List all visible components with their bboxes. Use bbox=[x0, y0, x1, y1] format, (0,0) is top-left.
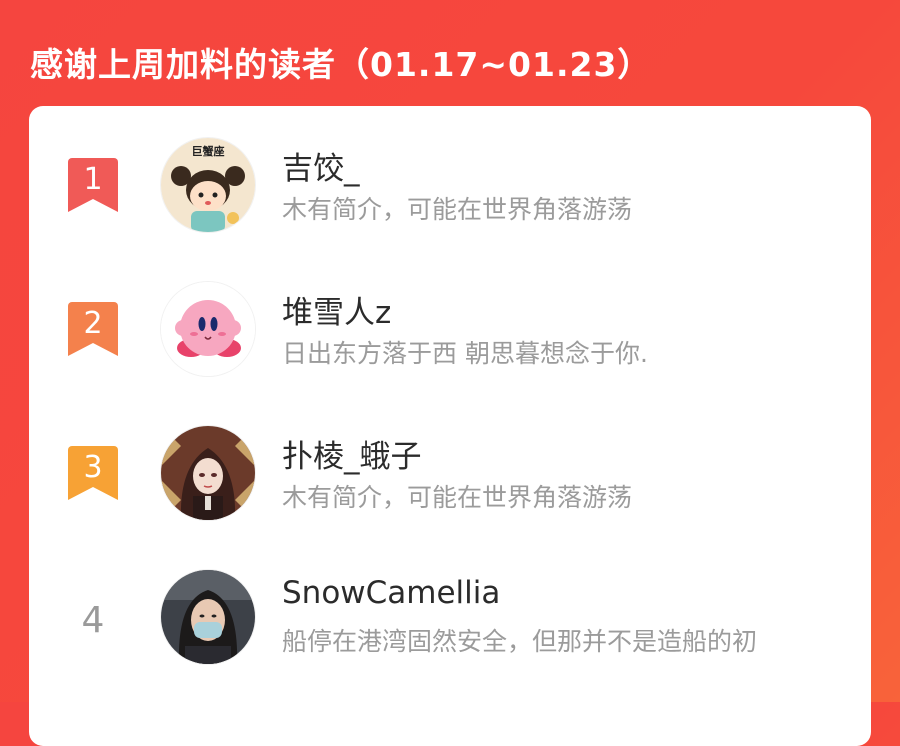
avatar-cartoon-girl-image: 巨蟹座 bbox=[161, 138, 255, 232]
avatar-photo-image bbox=[161, 570, 255, 664]
reader-bio: 日出东方落于西 朝思暮想念于你. bbox=[282, 339, 648, 368]
reader-list-card: 1 巨蟹座 吉饺_ 木有简介，可能在世界角落游荡 2 堆雪人z 日出东方落于西 … bbox=[29, 106, 871, 746]
rank-badge: 2 bbox=[68, 302, 118, 356]
avatar[interactable] bbox=[161, 426, 255, 520]
list-item[interactable]: 1 巨蟹座 吉饺_ 木有简介，可能在世界角落游荡 bbox=[29, 106, 871, 246]
avatar[interactable] bbox=[161, 282, 255, 376]
reader-name[interactable]: 扑棱_蛾子 bbox=[282, 431, 422, 476]
list-item[interactable]: 4 SnowCamellia 船停在港湾固然安全，但那并不是造船的初 bbox=[29, 538, 871, 678]
avatar[interactable] bbox=[161, 570, 255, 664]
rank-number: 4 bbox=[81, 600, 105, 641]
avatar[interactable]: 巨蟹座 bbox=[161, 138, 255, 232]
rank-badge: 1 bbox=[68, 158, 118, 212]
reader-name[interactable]: SnowCamellia bbox=[282, 575, 500, 611]
avatar-anime-girl-image bbox=[161, 426, 255, 520]
reader-name[interactable]: 吉饺_ bbox=[282, 143, 360, 188]
reader-bio: 船停在港湾固然安全，但那并不是造船的初 bbox=[282, 627, 758, 656]
list-item[interactable]: 2 堆雪人z 日出东方落于西 朝思暮想念于你. bbox=[29, 250, 871, 390]
rank-badge: 3 bbox=[68, 446, 118, 500]
avatar-badge-text: 巨蟹座 bbox=[192, 144, 225, 158]
reader-name[interactable]: 堆雪人z bbox=[282, 287, 391, 332]
list-item[interactable]: 3 扑棱_蛾子 木有简介，可能在世界角落游荡 bbox=[29, 394, 871, 534]
avatar-kirby-image bbox=[161, 282, 255, 376]
reader-bio: 木有简介，可能在世界角落游荡 bbox=[282, 195, 633, 224]
reader-bio: 木有简介，可能在世界角落游荡 bbox=[282, 483, 633, 512]
page-title: 感谢上周加料的读者（01.17~01.23） bbox=[30, 45, 652, 84]
